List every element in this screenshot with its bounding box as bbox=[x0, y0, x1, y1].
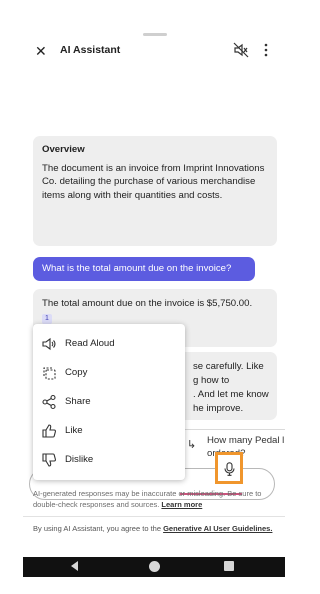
close-icon[interactable]: ✕ bbox=[35, 44, 49, 58]
guidelines-link[interactable]: Generative AI User Guidelines. bbox=[163, 524, 272, 533]
panel-header: ✕ AI Assistant bbox=[23, 39, 285, 67]
ai-disclaimer: AI-generated responses may be inaccurate… bbox=[33, 488, 277, 510]
user-question-bubble: What is the total amount due on the invo… bbox=[33, 257, 255, 281]
menu-item-read-aloud[interactable]: Read Aloud bbox=[33, 330, 185, 358]
menu-item-label: Copy bbox=[65, 367, 88, 378]
disclaimer-text: AI-generated responses may be inaccurate… bbox=[33, 489, 262, 509]
assistant-panel: ✕ AI Assistant Overview The document is … bbox=[23, 25, 285, 577]
reply-arrow-icon: ↳ bbox=[187, 439, 197, 451]
back-icon[interactable] bbox=[71, 561, 78, 571]
terms-notice: By using AI Assistant, you agree to the … bbox=[33, 523, 277, 534]
partial-answer-text: se carefully. Like g how to . And let me… bbox=[193, 360, 277, 416]
more-vertical-icon[interactable] bbox=[262, 42, 270, 58]
speaker-muted-icon[interactable] bbox=[233, 42, 249, 58]
learn-more-link[interactable]: Learn more bbox=[161, 500, 202, 509]
menu-item-label: Read Aloud bbox=[65, 338, 115, 349]
copy-icon bbox=[43, 367, 56, 380]
menu-item-share[interactable]: Share bbox=[33, 388, 185, 416]
partial-line: he improve. bbox=[193, 403, 244, 414]
partial-line: . And let me know bbox=[193, 389, 269, 400]
thumbs-up-icon bbox=[42, 424, 56, 438]
menu-item-label: Like bbox=[65, 425, 83, 436]
drag-handle[interactable] bbox=[143, 33, 167, 36]
divider bbox=[23, 516, 285, 517]
share-icon bbox=[42, 394, 56, 410]
android-nav-bar bbox=[23, 557, 285, 577]
thumbs-down-icon bbox=[42, 453, 56, 467]
microphone-icon bbox=[224, 462, 235, 476]
microphone-button[interactable] bbox=[215, 452, 243, 484]
message-context-menu: Read Aloud Copy Share Like Dislike bbox=[33, 324, 185, 480]
answer-text: The total amount due on the invoice is $… bbox=[42, 298, 253, 309]
menu-item-like[interactable]: Like bbox=[33, 417, 185, 445]
menu-item-copy[interactable]: Copy bbox=[33, 359, 185, 387]
citation-badge[interactable]: 1 bbox=[42, 313, 52, 324]
home-icon[interactable] bbox=[149, 561, 160, 572]
overview-message: Overview The document is an invoice from… bbox=[33, 136, 277, 246]
read-aloud-icon bbox=[42, 337, 56, 351]
menu-item-label: Share bbox=[65, 396, 91, 407]
partial-line: se carefully. Like bbox=[193, 361, 264, 372]
panel-title: AI Assistant bbox=[60, 44, 121, 56]
recent-apps-icon[interactable] bbox=[224, 561, 234, 571]
partial-line: g how to bbox=[193, 375, 230, 386]
overview-text: The document is an invoice from Imprint … bbox=[42, 162, 265, 201]
overview-heading: Overview bbox=[42, 144, 85, 155]
terms-text: By using AI Assistant, you agree to the bbox=[33, 524, 161, 533]
menu-item-label: Dislike bbox=[65, 454, 94, 465]
menu-item-dislike[interactable]: Dislike bbox=[33, 446, 185, 474]
